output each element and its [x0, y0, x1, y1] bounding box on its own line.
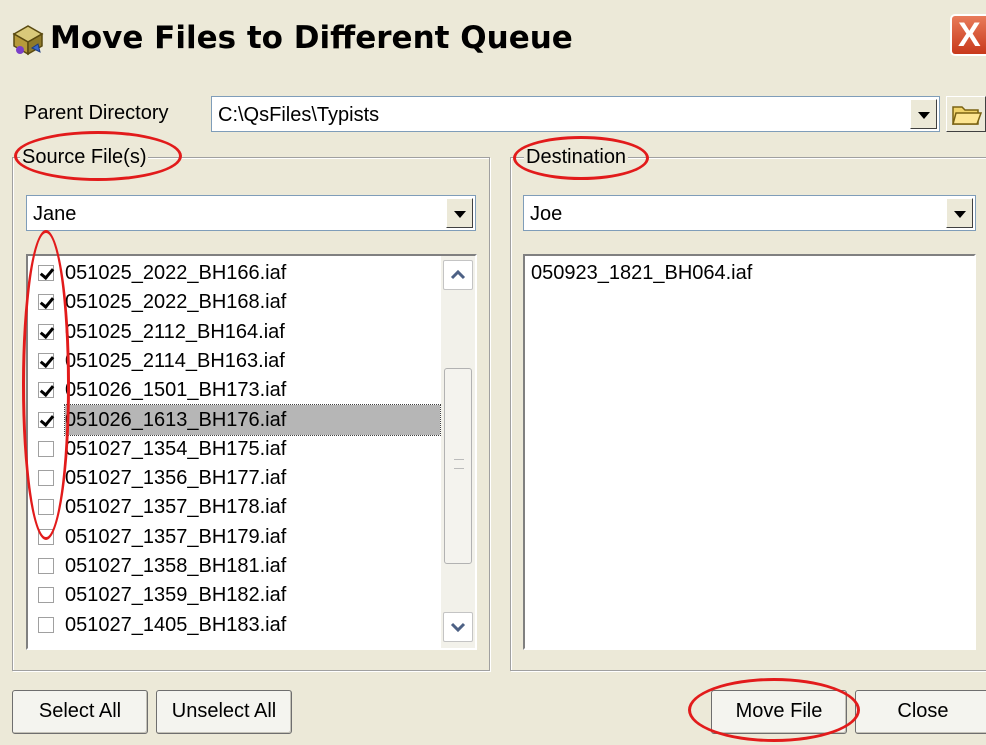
- file-name: 051027_1359_BH182.iaf: [65, 584, 287, 607]
- checkbox-unchecked[interactable]: [38, 499, 54, 516]
- close-window-button[interactable]: X: [950, 14, 986, 56]
- parent-directory-combo[interactable]: C:\QsFiles\Typists: [211, 96, 940, 132]
- window-title: Move Files to Different Queue: [50, 20, 573, 56]
- list-item[interactable]: 050923_1821_BH064.iaf: [531, 258, 752, 288]
- checkbox-unchecked[interactable]: [38, 528, 54, 545]
- file-name: 051026_1501_BH173.iaf: [65, 379, 287, 402]
- parent-directory-value: C:\QsFiles\Typists: [218, 104, 380, 126]
- checkbox-unchecked[interactable]: [38, 558, 54, 574]
- destination-legend: Destination: [524, 145, 629, 169]
- file-name: 051027_1357_BH178.iaf: [65, 496, 287, 519]
- checkbox-unchecked[interactable]: [38, 587, 54, 604]
- scroll-up-button[interactable]: [443, 260, 473, 290]
- file-name: 051027_1356_BH177.iaf: [65, 467, 287, 490]
- file-name: 051027_1358_BH181.iaf: [65, 555, 287, 577]
- file-name: 051027_1354_BH175.iaf: [65, 437, 287, 460]
- move-files-icon: [12, 25, 44, 56]
- list-item[interactable]: 051025_2112_BH164.iaf: [28, 317, 440, 347]
- file-name: 051027_1405_BH183.iaf: [65, 613, 287, 636]
- source-legend: Source File(s): [20, 145, 149, 169]
- chevron-down-icon[interactable]: [910, 99, 937, 129]
- destination-file-list[interactable]: 050923_1821_BH064.iaf: [523, 254, 976, 650]
- source-scrollbar[interactable]: [441, 256, 475, 648]
- scroll-thumb[interactable]: [444, 368, 472, 564]
- list-item[interactable]: 051026_1501_BH173.iaf: [28, 375, 440, 405]
- chevron-up-icon: [450, 269, 466, 280]
- parent-directory-label: Parent Directory: [24, 102, 169, 124]
- list-item[interactable]: 051025_2022_BH166.iaf: [28, 258, 440, 288]
- close-button[interactable]: Close: [855, 690, 986, 734]
- checkbox-unchecked[interactable]: [38, 616, 54, 633]
- chevron-down-icon[interactable]: [446, 198, 473, 228]
- file-name: 051025_2022_BH168.iaf: [65, 291, 287, 314]
- file-name: 051025_2022_BH166.iaf: [65, 262, 287, 284]
- list-item[interactable]: 051027_1357_BH178.iaf: [28, 492, 440, 522]
- destination-queue-value: Joe: [530, 203, 563, 225]
- file-name: 051027_1357_BH179.iaf: [65, 525, 287, 548]
- list-item[interactable]: 051025_2114_BH163.iaf: [28, 346, 440, 376]
- title-bar[interactable]: Move Files to Different Queue X: [0, 0, 986, 72]
- select-all-button[interactable]: Select All: [12, 690, 148, 734]
- browse-folder-button[interactable]: [946, 96, 986, 132]
- grip-icon: [454, 459, 464, 469]
- list-item[interactable]: 051027_1358_BH181.iaf: [28, 551, 440, 581]
- source-file-list[interactable]: 051025_2022_BH166.iaf 051025_2022_BH168.i…: [26, 254, 477, 650]
- close-icon: X: [958, 16, 981, 54]
- folder-icon: [952, 106, 982, 125]
- checkbox-checked[interactable]: [38, 294, 54, 311]
- checkbox-checked[interactable]: [38, 382, 54, 399]
- list-item[interactable]: 051027_1356_BH177.iaf: [28, 463, 440, 493]
- checkbox-checked[interactable]: [38, 265, 54, 281]
- list-item[interactable]: 051027_1359_BH182.iaf: [28, 580, 440, 610]
- source-queue-combo[interactable]: Jane: [26, 195, 476, 231]
- list-item[interactable]: 051025_2022_BH168.iaf: [28, 287, 440, 317]
- move-file-button[interactable]: Move File: [711, 690, 847, 734]
- list-item[interactable]: 051027_1357_BH179.iaf: [28, 522, 440, 552]
- source-queue-value: Jane: [33, 203, 77, 225]
- checkbox-checked[interactable]: [38, 352, 54, 369]
- checkbox-unchecked[interactable]: [38, 470, 54, 487]
- checkbox-unchecked[interactable]: [38, 440, 54, 457]
- file-name: 051025_2114_BH163.iaf: [65, 349, 285, 372]
- list-item[interactable]: 051026_1613_BH176.iaf: [28, 403, 441, 436]
- chevron-down-icon[interactable]: [946, 198, 973, 228]
- checkbox-checked[interactable]: [38, 323, 54, 340]
- chevron-down-icon: [450, 622, 466, 633]
- unselect-all-button[interactable]: Unselect All: [156, 690, 292, 734]
- list-item[interactable]: 051027_1405_BH183.iaf: [28, 610, 440, 640]
- list-item[interactable]: 051027_1354_BH175.iaf: [28, 434, 440, 464]
- file-name: 051026_1613_BH176.iaf: [64, 403, 441, 436]
- destination-queue-combo[interactable]: Joe: [523, 195, 976, 231]
- checkbox-checked[interactable]: [38, 411, 54, 428]
- file-name: 051025_2112_BH164.iaf: [65, 320, 285, 343]
- scroll-down-button[interactable]: [443, 612, 473, 642]
